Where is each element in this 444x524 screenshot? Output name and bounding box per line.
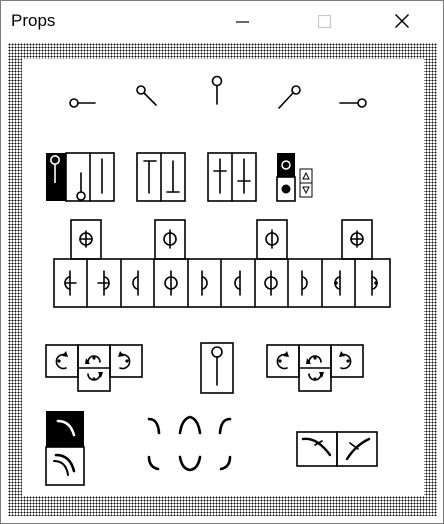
rotate-left-tool-2[interactable] xyxy=(266,344,300,378)
slur-right-tool[interactable] xyxy=(336,431,378,467)
rotate-up-tool[interactable] xyxy=(85,355,101,364)
window-title: Props xyxy=(11,11,56,30)
tee-down-tool[interactable] xyxy=(143,160,157,194)
variant-2-tool[interactable] xyxy=(97,270,110,296)
variant-7-tool[interactable] xyxy=(264,270,278,296)
minimize-button[interactable] xyxy=(213,1,271,41)
rotate-down-tool-2[interactable] xyxy=(308,372,324,381)
rotate-up-tool-2[interactable] xyxy=(306,355,322,364)
minimize-icon xyxy=(236,21,249,23)
window-content xyxy=(8,43,437,516)
rod-right-tool[interactable] xyxy=(334,89,378,117)
maximize-button xyxy=(295,1,353,41)
stand-bottom-tool[interactable] xyxy=(76,172,86,201)
variant-3-tool[interactable] xyxy=(132,270,139,296)
props-panel xyxy=(22,59,424,496)
tee-up-tool[interactable] xyxy=(166,160,180,193)
rod-up-right-tool[interactable] xyxy=(266,81,308,117)
props-toolbox xyxy=(45,74,391,486)
circle-plus-tool-2[interactable] xyxy=(341,219,373,260)
stand-top-left-selected[interactable] xyxy=(46,153,66,201)
variant-4-tool[interactable] xyxy=(164,270,178,296)
props-window: Props xyxy=(0,0,444,524)
scroll-spinner[interactable] xyxy=(299,168,313,198)
variant-10-tool[interactable] xyxy=(371,270,378,296)
variant-9-tool[interactable] xyxy=(334,270,341,296)
cross-high-tool[interactable] xyxy=(213,158,227,194)
slur-left-tool[interactable] xyxy=(296,431,338,467)
circle-plus-tool-1[interactable] xyxy=(70,219,102,260)
curve-set[interactable] xyxy=(147,415,232,472)
circle-line-tool-2[interactable] xyxy=(256,219,288,260)
variant-6-tool[interactable] xyxy=(234,270,241,296)
variant-5-tool[interactable] xyxy=(201,270,208,296)
close-icon xyxy=(395,14,409,28)
variant-1-tool[interactable] xyxy=(64,270,77,296)
rod-up-left-tool[interactable] xyxy=(132,83,174,117)
variant-8-tool[interactable] xyxy=(301,270,308,296)
cross-low-tool[interactable] xyxy=(237,158,251,194)
close-button[interactable] xyxy=(373,1,431,41)
rod-up-tool[interactable] xyxy=(204,74,230,119)
maximize-icon xyxy=(317,14,332,29)
title-bar[interactable]: Props xyxy=(1,1,443,41)
rotate-down-tool[interactable] xyxy=(87,372,103,381)
rod-long-tool[interactable] xyxy=(200,342,234,394)
circle-line-tool-1[interactable] xyxy=(154,219,186,260)
white-circle-tool[interactable] xyxy=(277,153,295,177)
black-circle-icon xyxy=(281,184,291,194)
rotate-left-tool[interactable] xyxy=(45,344,79,378)
curve-top-left-selected[interactable] xyxy=(46,411,84,447)
rod-left-tool[interactable] xyxy=(64,87,106,117)
